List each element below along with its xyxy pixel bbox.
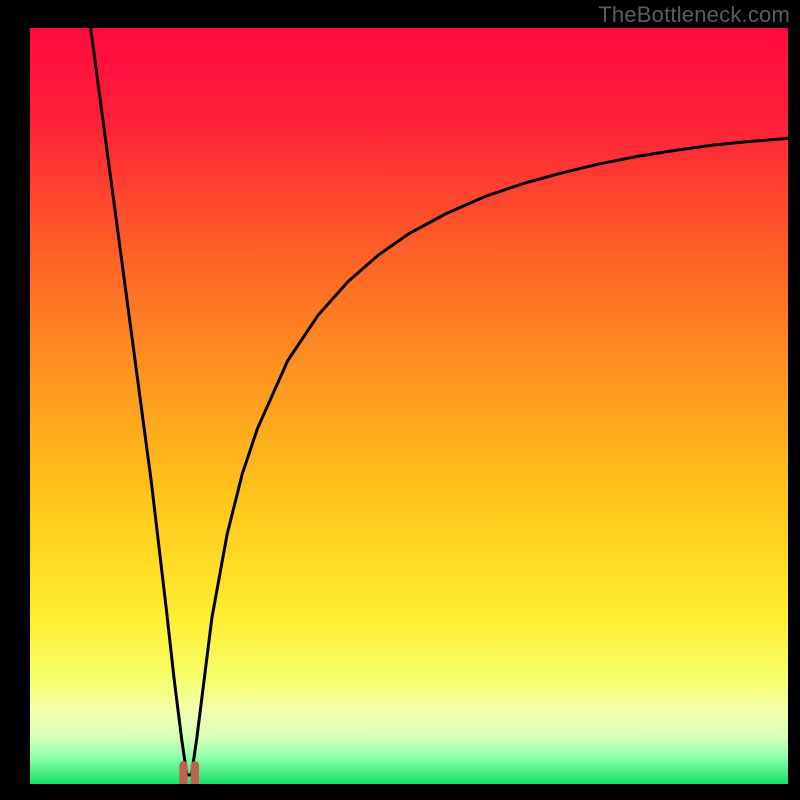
gradient-background bbox=[30, 28, 788, 784]
watermark-text: TheBottleneck.com bbox=[598, 2, 790, 28]
plot-area bbox=[30, 28, 788, 784]
chart-svg bbox=[30, 28, 788, 784]
outer-frame: TheBottleneck.com bbox=[0, 0, 800, 800]
